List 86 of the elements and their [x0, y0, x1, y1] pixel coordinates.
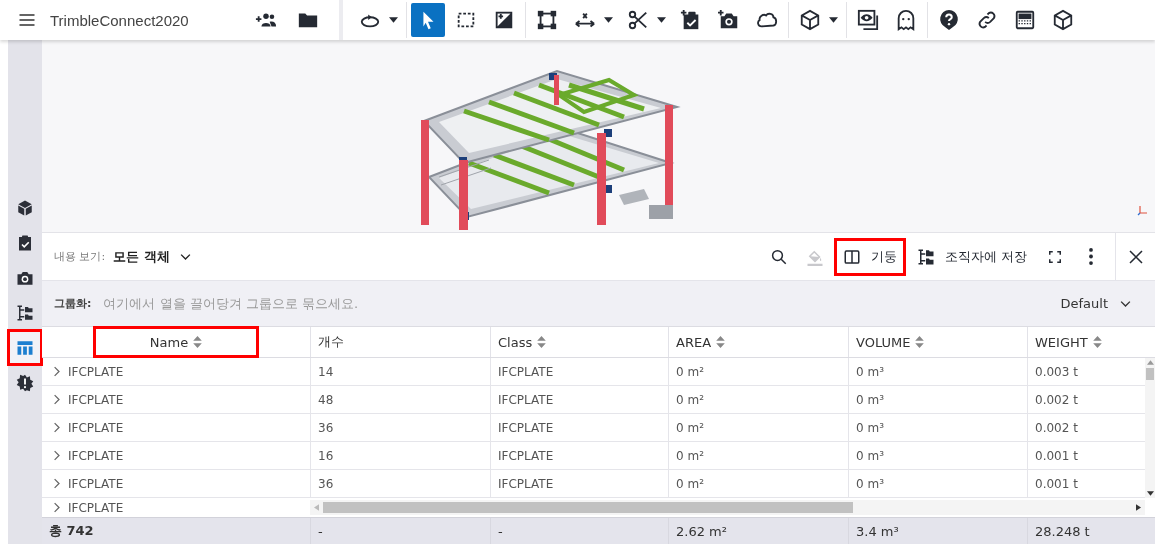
table-cell: 0 m²	[668, 358, 848, 385]
folder-tree-icon	[916, 247, 935, 266]
table-cell: IFCPLATE	[490, 386, 668, 413]
cube-icon	[16, 198, 34, 217]
columns-icon	[842, 247, 861, 266]
table-cell: 14	[310, 358, 490, 385]
scroll-down-icon[interactable]	[1146, 491, 1154, 496]
total-cell: 28.248 t	[1027, 518, 1155, 544]
horizontal-scrollbar[interactable]	[310, 500, 1145, 515]
cell-text: IFCPLATE	[68, 364, 124, 379]
sort-icon	[193, 336, 203, 348]
sort-icon	[716, 336, 726, 348]
camera-icon	[718, 9, 740, 31]
scrollbar-thumb[interactable]	[1146, 368, 1154, 380]
preset-dropdown[interactable]: Default	[1054, 295, 1139, 312]
table-cell: IFCPLATE	[490, 414, 668, 441]
table-cell: 0 m³	[848, 358, 1027, 385]
table-cell: 0 m³	[848, 386, 1027, 413]
cell-text: IFCPLATE	[68, 420, 124, 435]
table-cell: 0 m²	[668, 442, 848, 469]
scroll-up-icon[interactable]	[1146, 360, 1154, 365]
scroll-right-icon[interactable]	[1136, 504, 1141, 511]
ghost-icon	[895, 9, 917, 31]
table-cell: 16	[310, 442, 490, 469]
table-cell: 48	[310, 386, 490, 413]
column-header[interactable]: VOLUME	[856, 329, 925, 355]
cube-icon	[799, 9, 821, 31]
column-header[interactable]: Class	[498, 329, 547, 355]
cell-text: IFCPLATE	[68, 448, 124, 463]
cell-text: IFCPLATE	[68, 500, 124, 515]
column-header[interactable]: AREA	[676, 329, 726, 355]
table-cell: IFCPLATE	[490, 442, 668, 469]
sort-icon	[1092, 336, 1102, 348]
folder-tree-icon	[16, 303, 34, 322]
bounding-box-icon	[536, 9, 558, 31]
table-cell: IFCPLATE	[490, 470, 668, 497]
table-cell: 0 m³	[848, 442, 1027, 469]
help-icon	[938, 9, 960, 31]
link-icon	[976, 9, 998, 31]
cell-text: IFCPLATE	[68, 476, 124, 491]
close-icon	[1126, 247, 1145, 266]
columns-button[interactable]: 기둥	[834, 238, 905, 275]
table-cell: 0 m²	[668, 386, 848, 413]
table-cell: IFCPLATE	[490, 358, 668, 385]
sort-icon	[915, 336, 925, 348]
exposure-icon	[493, 9, 515, 31]
view-dropdown[interactable]: 모든 객체	[111, 245, 195, 268]
eye-layers-icon	[857, 9, 879, 31]
pointer-tool-button[interactable]	[411, 3, 445, 37]
grouping-label: 그룹화:	[54, 296, 92, 311]
total-cell: -	[490, 518, 668, 544]
scissors-icon	[627, 9, 649, 31]
total-cell: -	[310, 518, 490, 544]
view-label: 내용 보기:	[54, 249, 106, 264]
total-cell: 2.62 m²	[668, 518, 848, 544]
total-cell-text: 총 742	[48, 522, 95, 540]
cell-text: IFCPLATE	[68, 392, 124, 407]
scrollbar-thumb[interactable]	[323, 502, 853, 513]
search-icon	[769, 247, 788, 266]
vertical-scrollbar[interactable]	[1145, 358, 1155, 498]
folder-tree-button[interactable]: 조직자에 저장	[908, 238, 1035, 275]
axis-icon	[1137, 204, 1149, 216]
group-drop-field[interactable]: 여기에서 열을 끌어당겨 그룹으로 묶으세요.	[101, 288, 1045, 319]
column-header[interactable]: Name	[96, 329, 256, 355]
column-header[interactable]: 개수	[318, 329, 344, 355]
caret-icon	[604, 17, 613, 23]
table-cell: 36	[310, 470, 490, 497]
column-header[interactable]: WEIGHT	[1035, 329, 1102, 355]
table-panel-button[interactable]	[8, 330, 42, 365]
task-clipboard-icon	[16, 233, 34, 252]
table-cell: 0 m³	[848, 414, 1027, 441]
table-cell: 0 m²	[668, 414, 848, 441]
table-icon	[16, 338, 34, 357]
table-cell: 36	[310, 414, 490, 441]
project-title: TrimbleConnect2020	[50, 11, 189, 29]
group-drop-zone[interactable]: 그룹화: 여기에서 열을 끌어당겨 그룹으로 묶으세요. Default	[42, 281, 1155, 326]
caret-icon	[389, 17, 398, 23]
cube-icon	[1052, 9, 1074, 31]
sort-icon	[537, 336, 547, 348]
table-cell: 0 m³	[848, 470, 1027, 497]
caret-icon	[829, 17, 838, 23]
warning-badge-icon	[16, 373, 34, 392]
total-cell: 3.4 m³	[848, 518, 1027, 544]
more-icon	[1089, 248, 1093, 265]
caret-icon	[657, 17, 666, 23]
table-cell: 0 m²	[668, 470, 848, 497]
